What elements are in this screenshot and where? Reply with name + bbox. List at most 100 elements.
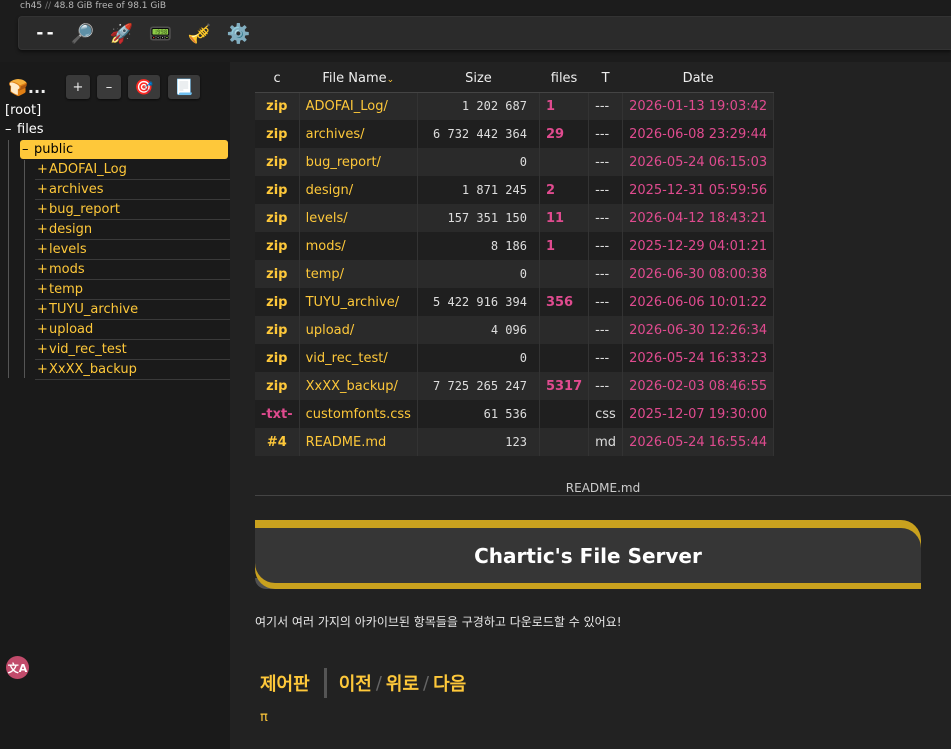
cell-file-name[interactable]: bug_report/ xyxy=(299,148,418,176)
cell-file-name[interactable]: ADOFAI_Log/ xyxy=(299,92,418,120)
tree-toolbar: 🍞... + – 🎯 📃 xyxy=(0,72,230,102)
cell-file-name[interactable]: README.md xyxy=(299,428,418,456)
readme-pi: π xyxy=(260,710,268,725)
cell-ext[interactable]: #4 xyxy=(255,428,300,456)
table-row[interactable]: zip XxXX_backup/7 725 265 247 5317 --- 2026-… xyxy=(255,372,775,400)
tree-item[interactable]: +vid_rec_test xyxy=(35,340,230,360)
search-icon[interactable]: 🔎 xyxy=(63,18,102,48)
cell-ext[interactable]: zip xyxy=(255,260,300,288)
tree-node-files[interactable]: – files xyxy=(5,120,44,140)
table-row[interactable]: zip upload/4 096 --- 2026-06-30 12:26:34 xyxy=(255,316,775,344)
cell-file-name[interactable]: levels/ xyxy=(299,204,418,232)
cell-file-name[interactable]: upload/ xyxy=(299,316,418,344)
tree-expand-toggle[interactable]: + xyxy=(37,320,49,340)
table-row[interactable]: zip vid_rec_test/0 --- 2026-05-24 16:33:23 xyxy=(255,344,775,372)
cell-file-name[interactable]: archives/ xyxy=(299,120,418,148)
document-icon[interactable]: 📃 xyxy=(168,75,200,99)
tree-expand-toggle[interactable]: + xyxy=(37,220,49,240)
cell-type: --- xyxy=(588,288,624,316)
cell-file-name[interactable]: TUYU_archive/ xyxy=(299,288,418,316)
column-header-date[interactable]: Date xyxy=(622,66,774,93)
rocket-icon[interactable]: 🚀 xyxy=(102,18,141,48)
tree-expand-toggle[interactable]: + xyxy=(37,160,49,180)
column-header-size[interactable]: Size xyxy=(417,66,540,93)
cell-file-name[interactable]: customfonts.css xyxy=(299,400,418,428)
tree-item[interactable]: +levels xyxy=(35,240,230,260)
main-content: c File Name⌄ Size files T Date zip ADOFAI… xyxy=(230,62,951,749)
cell-ext[interactable]: zip xyxy=(255,316,300,344)
expand-button[interactable]: + xyxy=(66,75,90,99)
cell-file-count: 1 xyxy=(539,92,590,120)
tree-item[interactable]: +upload xyxy=(35,320,230,340)
cell-ext[interactable]: -txt- xyxy=(255,400,300,428)
cell-ext[interactable]: zip xyxy=(255,120,300,148)
table-row[interactable]: zip archives/6 732 442 364 29 --- 2026-06-08… xyxy=(255,120,775,148)
collapse-button[interactable]: – xyxy=(97,75,121,99)
cell-ext[interactable]: zip xyxy=(255,344,300,372)
cell-ext[interactable]: zip xyxy=(255,148,300,176)
tree-expand-toggle[interactable]: + xyxy=(37,340,49,360)
tree-expand-toggle[interactable]: + xyxy=(37,280,49,300)
cell-file-name[interactable]: design/ xyxy=(299,176,418,204)
table-row[interactable]: -txt-customfonts.css 61 536 css 2025-12-07 … xyxy=(255,400,775,428)
table-row[interactable]: zip levels/157 351 150 11 --- 2026-04-12 18:… xyxy=(255,204,775,232)
tree-root[interactable]: [root] xyxy=(5,103,41,118)
tree-node-public[interactable]: – public xyxy=(20,140,228,159)
column-header-name[interactable]: File Name⌄ xyxy=(299,66,418,93)
table-row[interactable]: zip bug_report/0 --- 2026-05-24 06:15:03 xyxy=(255,148,775,176)
tree-item-label: levels xyxy=(49,242,87,257)
tree-expand-toggle[interactable]: + xyxy=(37,300,49,320)
cell-ext[interactable]: zip xyxy=(255,176,300,204)
tree-item[interactable]: +TUYU_archive xyxy=(35,300,230,320)
column-header-c[interactable]: c xyxy=(255,66,300,93)
pager-icon[interactable]: 📟 xyxy=(141,18,180,48)
tree-collapse-toggle[interactable]: – xyxy=(5,120,17,140)
cell-ext[interactable]: zip xyxy=(255,288,300,316)
tree-expand-toggle[interactable]: + xyxy=(37,200,49,220)
cell-ext[interactable]: zip xyxy=(255,372,300,400)
tree-node-label: files xyxy=(17,122,44,137)
target-icon[interactable]: 🎯 xyxy=(128,75,160,99)
column-header-files[interactable]: files xyxy=(539,66,589,93)
cell-ext[interactable]: zip xyxy=(255,232,300,260)
tree-collapse-toggle[interactable]: – xyxy=(22,140,34,159)
tree-expand-toggle[interactable]: + xyxy=(37,260,49,280)
readme-label: README.md xyxy=(565,481,641,495)
gear-icon[interactable]: ⚙️ xyxy=(219,18,258,48)
cell-size: 1 871 245 xyxy=(417,176,540,204)
prev-link[interactable]: 이전 xyxy=(339,670,372,696)
tree-expand-toggle[interactable]: + xyxy=(37,240,49,260)
tree-item[interactable]: +archives xyxy=(35,180,230,200)
cell-size: 5 422 916 394 xyxy=(417,288,540,316)
tree-expand-toggle[interactable]: + xyxy=(37,180,49,200)
control-panel-link[interactable]: 제어판 xyxy=(260,670,310,696)
host-name: ch45 xyxy=(20,1,43,11)
cell-ext[interactable]: zip xyxy=(255,92,300,120)
table-row[interactable]: zip temp/0 --- 2026-06-30 08:00:38 xyxy=(255,260,775,288)
language-button[interactable]: 文A xyxy=(6,656,29,679)
tree-item[interactable]: +mods xyxy=(35,260,230,280)
table-row[interactable]: zip TUYU_archive/5 422 916 394 356 --- 2026-… xyxy=(255,288,775,316)
trumpet-icon[interactable]: 🎺 xyxy=(180,18,219,48)
bread-icon[interactable]: 🍞... xyxy=(4,75,62,99)
tree-item[interactable]: +design xyxy=(35,220,230,240)
tree-item[interactable]: +bug_report xyxy=(35,200,230,220)
table-row[interactable]: zip mods/8 186 1 --- 2025-12-29 04:01:21 xyxy=(255,232,775,260)
cell-file-name[interactable]: vid_rec_test/ xyxy=(299,344,418,372)
cell-file-name[interactable]: temp/ xyxy=(299,260,418,288)
tree-item[interactable]: +temp xyxy=(35,280,230,300)
cell-file-name[interactable]: mods/ xyxy=(299,232,418,260)
table-row[interactable]: #4 README.md 123 md 2026-05-24 16:55:44 xyxy=(255,428,775,456)
cell-date: 2026-05-24 06:15:03 xyxy=(622,148,775,176)
tree-expand-toggle[interactable]: + xyxy=(37,360,49,380)
next-link[interactable]: 다음 xyxy=(433,670,466,696)
cell-file-name[interactable]: XxXX_backup/ xyxy=(299,372,418,400)
tree-item[interactable]: +ADOFAI_Log xyxy=(35,160,230,180)
toggle-toolbar-button[interactable]: -- xyxy=(27,18,63,48)
tree-item[interactable]: +XxXX_backup xyxy=(35,360,230,380)
table-row[interactable]: zip design/1 871 245 2 --- 2025-12-31 05:59:… xyxy=(255,176,775,204)
column-header-type[interactable]: T xyxy=(588,66,623,93)
up-link[interactable]: 위로 xyxy=(386,670,419,696)
table-row[interactable]: zip ADOFAI_Log/1 202 687 1 --- 2026-01-13 19… xyxy=(255,92,775,120)
cell-ext[interactable]: zip xyxy=(255,204,300,232)
